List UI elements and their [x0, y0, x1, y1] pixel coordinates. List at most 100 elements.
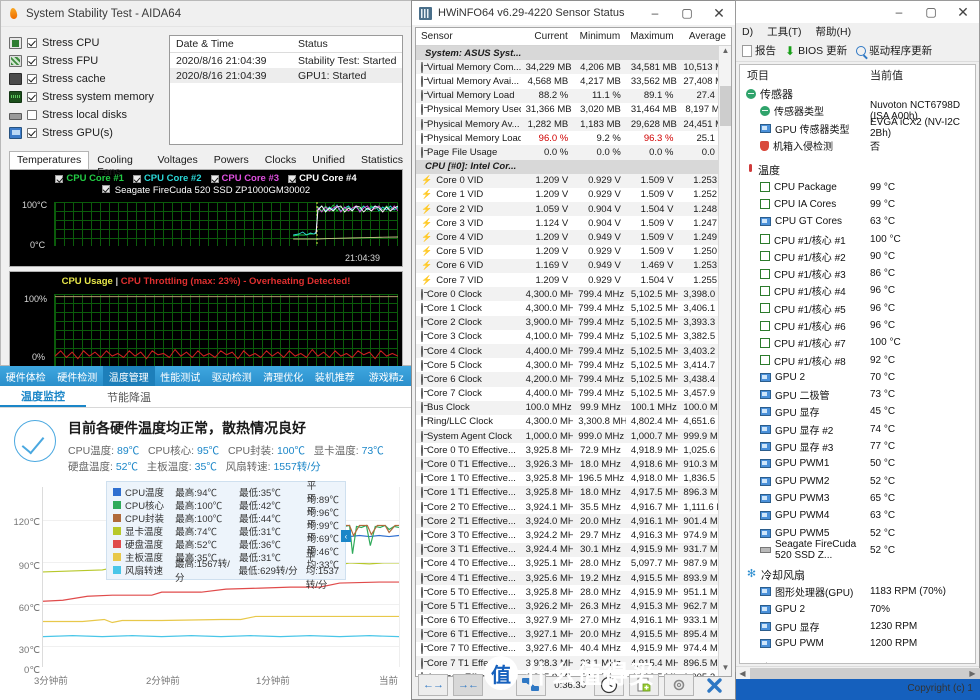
nav-game-boost[interactable]: 游戏精z — [361, 366, 413, 386]
nav-hardware-checkup[interactable]: 硬件体检 — [0, 366, 52, 386]
info-row[interactable]: GPU PWM4 63 °C — [740, 507, 975, 524]
stress-fpu-checkbox[interactable] — [27, 56, 37, 66]
sensor-row[interactable]: ⚡ Core 4 VID 1.209 V 0.949 V 1.509 V 1.249 V — [416, 230, 731, 245]
sensor-row[interactable]: Core 4 T0 Effective... 3,925.1 MHz 28.0 MH… — [416, 557, 731, 571]
legend-cpu-core-4[interactable]: CPU Core #4 — [288, 173, 357, 184]
sensor-row[interactable]: Virtual Memory Avai... 4,568 MB 4,217 MB 33… — [416, 74, 731, 88]
menu-truncated[interactable]: D) — [742, 26, 753, 38]
sensor-row[interactable]: ⚡ Core 2 VID 1.059 V 0.904 V 1.504 V 1.248 V — [416, 202, 731, 217]
minimize-button[interactable]: – — [883, 0, 915, 24]
sensor-row[interactable]: Core 2 T1 Effective... 3,924.0 MHz 20.0 MH… — [416, 514, 731, 529]
sensor-row[interactable]: ⚡ Core 6 VID 1.169 V 0.949 V 1.469 V 1.253 V — [416, 258, 731, 273]
sensor-row[interactable]: Core 3 Clock 4,100.0 MHz 799.4 MHz 5,102.5 … — [416, 330, 731, 344]
sensor-row[interactable]: ⚡ Core 5 VID 1.209 V 0.929 V 1.509 V 1.250 V — [416, 245, 731, 259]
info-row[interactable]: Seagate FireCuda 520 SSD Z... 52 °C — [740, 539, 975, 561]
section-header-3[interactable]: 电压 — [740, 660, 975, 663]
stress-option-cache[interactable]: Stress cache — [9, 71, 159, 87]
sensor-row[interactable]: Physical Memory Load 96.0 % 9.2 % 96.3 % 25.… — [416, 131, 731, 145]
check-icon[interactable] — [55, 174, 64, 183]
stress-memory-checkbox[interactable] — [27, 92, 37, 102]
sensor-row[interactable]: Page File Usage 0.0 % 0.0 % 0.0 % 0.0 % — [416, 145, 731, 160]
driver-update-button[interactable]: 驱动程序更新 — [856, 43, 932, 58]
info-row[interactable]: CPU #1/核心 #3 86 °C — [740, 265, 975, 282]
settings-button[interactable] — [664, 674, 694, 696]
report-button[interactable]: 报告 — [742, 43, 776, 58]
info-row[interactable]: GPU 传感器类型 EVGA iCX2 (NV-I2C 2Bh) — [740, 117, 975, 139]
sensor-row[interactable]: ⚡ Core 7 VID 1.209 V 0.929 V 1.504 V 1.255 V — [416, 273, 731, 287]
info-row[interactable]: CPU IA Cores 99 °C — [740, 196, 975, 213]
sensor-row[interactable]: ⚡ Core 1 VID 1.209 V 0.929 V 1.509 V 1.252 V — [416, 188, 731, 202]
sensor-row[interactable]: Core 6 Clock 4,200.0 MHz 799.4 MHz 5,102.5 … — [416, 372, 731, 387]
legend-cpu-core-1[interactable]: CPU Core #1 — [55, 173, 124, 184]
info-row[interactable]: 机箱入侵检测 否 — [740, 137, 975, 154]
info-row[interactable]: GPU 显存 1230 RPM — [740, 618, 975, 635]
info-row[interactable]: GPU 2 70% — [740, 601, 975, 618]
check-icon[interactable] — [210, 174, 219, 183]
info-row[interactable]: CPU #1/核心 #2 90 °C — [740, 248, 975, 265]
sensor-row[interactable]: Core 3 T1 Effective... 3,924.4 MHz 30.1 MH… — [416, 542, 731, 557]
sensor-group-row[interactable]: CPU [#0]: Intel Cor... — [416, 159, 731, 174]
sensor-row[interactable]: Bus Clock 100.0 MHz 99.9 MHz 100.1 MHz 100.0… — [416, 400, 731, 415]
info-row[interactable]: CPU GT Cores 63 °C — [740, 213, 975, 230]
scrollbar-thumb[interactable] — [720, 86, 731, 126]
nav-driver-detect[interactable]: 驱动检测 — [206, 366, 258, 386]
maximize-button[interactable]: ▢ — [671, 1, 703, 25]
sensor-row[interactable]: System Agent Clock 1,000.0 MHz 999.0 MHz 1,… — [416, 429, 731, 444]
menu-help[interactable]: 帮助(H) — [816, 24, 852, 39]
nav-build-recommend[interactable]: 装机推荐 — [309, 366, 361, 386]
sensor-row[interactable]: Core 2 T0 Effective... 3,924.1 MHz 35.5 MH… — [416, 500, 731, 514]
minimize-button[interactable]: – — [639, 1, 671, 25]
stress-cpu-checkbox[interactable] — [27, 38, 37, 48]
maximize-button[interactable]: ▢ — [915, 0, 947, 24]
check-icon[interactable] — [288, 174, 297, 183]
tab-cooling-fans[interactable]: Cooling Fans — [89, 151, 149, 178]
bios-update-button[interactable]: ⬇ BIOS 更新 — [785, 43, 847, 58]
table-row[interactable]: 2020/8/16 21:04:39 Stability Test: Start… — [170, 53, 402, 68]
stress-option-cpu[interactable]: Stress CPU — [9, 35, 159, 51]
horizontal-scrollbar[interactable]: ◀ ▶ — [736, 666, 980, 680]
chevron-left-icon[interactable]: ‹ — [341, 530, 351, 542]
tab-clocks[interactable]: Clocks — [257, 151, 305, 169]
tab-temperatures[interactable]: Temperatures — [9, 151, 90, 169]
sensor-row[interactable]: Core 1 T1 Effective... 3,925.8 MHz 18.0 MH… — [416, 485, 731, 500]
info-row[interactable]: CPU #1/核心 #6 96 °C — [740, 317, 975, 334]
status-log-table[interactable]: Date & Time Status 2020/8/16 21:04:39 St… — [169, 35, 403, 145]
sensor-row[interactable]: ⚡ Core 3 VID 1.124 V 0.904 V 1.509 V 1.247 V — [416, 216, 731, 230]
tab-statistics[interactable]: Statistics — [353, 151, 411, 169]
legend-cpu-core-2[interactable]: CPU Core #2 — [132, 173, 202, 184]
sensor-row[interactable]: Core 5 T0 Effective... 3,925.8 MHz 28.0 MH… — [416, 585, 731, 599]
info-row[interactable]: GPU 显存 45 °C — [740, 403, 975, 420]
hscrollbar-thumb[interactable] — [750, 668, 980, 679]
info-row[interactable]: GPU PWM1 50 °C — [740, 455, 975, 472]
table-row[interactable]: 2020/8/16 21:04:39 GPU1: Started — [170, 68, 402, 83]
sensor-row[interactable]: Core 7 Clock 4,400.0 MHz 799.4 MHz 5,102.5 … — [416, 387, 731, 401]
nav-clean-optimize[interactable]: 清理优化 — [258, 366, 310, 386]
scroll-left-icon[interactable]: ◀ — [736, 667, 749, 680]
sensor-row[interactable]: Core 5 T1 Effective... 3,926.2 MHz 26.3 MH… — [416, 599, 731, 614]
sensor-row[interactable]: Virtual Memory Com... 34,229 MB 4,206 MB 34… — [416, 60, 731, 75]
info-row[interactable]: GPU PWM3 65 °C — [740, 490, 975, 507]
info-row[interactable]: CPU Package 99 °C — [740, 178, 975, 195]
sensor-row[interactable]: Core 6 T0 Effective... 3,927.9 MHz 27.0 MH… — [416, 614, 731, 628]
nav-temperature-manage[interactable]: 温度管理 — [103, 366, 155, 386]
expand-all-button[interactable]: ←→ — [418, 674, 448, 696]
section-header-1[interactable]: 温度 — [740, 161, 975, 178]
legend-ssd[interactable]: Seagate FireCuda 520 SSD ZP1000GM30002 — [10, 184, 402, 196]
info-row[interactable]: CPU #1/核心 #1 100 °C — [740, 230, 975, 247]
sensor-group-row[interactable]: System: ASUS Syst... — [416, 46, 731, 61]
tab-voltages[interactable]: Voltages — [149, 151, 205, 169]
sensor-row[interactable]: Core 1 Clock 4,300.0 MHz 799.4 MHz 5,102.5 … — [416, 301, 731, 315]
sensor-row[interactable]: Core 0 Clock 4,300.0 MHz 799.4 MHz 5,102.5 … — [416, 287, 731, 302]
vertical-scrollbar[interactable]: ▲ ▼ — [718, 46, 731, 676]
sensor-row[interactable]: Physical Memory Av... 1,282 MB 1,183 MB 29,… — [416, 116, 731, 132]
nav-hardware-detect[interactable]: 硬件检测 — [52, 366, 104, 386]
tab-unified[interactable]: Unified — [304, 151, 353, 169]
sensor-row[interactable]: Core 0 T1 Effective... 3,926.3 MHz 18.0 MH… — [416, 457, 731, 472]
sensor-row[interactable]: Core 5 Clock 4,300.0 MHz 799.4 MHz 5,102.5 … — [416, 358, 731, 372]
sensor-row[interactable]: Core 4 Clock 4,400.0 MHz 799.4 MHz 5,102.5 … — [416, 343, 731, 359]
sensor-row[interactable]: ⚡ Core 0 VID 1.209 V 0.929 V 1.509 V 1.253 V — [416, 173, 731, 188]
stress-option-fpu[interactable]: Stress FPU — [9, 53, 159, 69]
info-row[interactable]: GPU 二极管 73 °C — [740, 386, 975, 403]
stress-disks-checkbox[interactable] — [27, 110, 37, 120]
sensor-row[interactable]: Core 2 Clock 3,900.0 MHz 799.4 MHz 5,102.5 … — [416, 315, 731, 330]
